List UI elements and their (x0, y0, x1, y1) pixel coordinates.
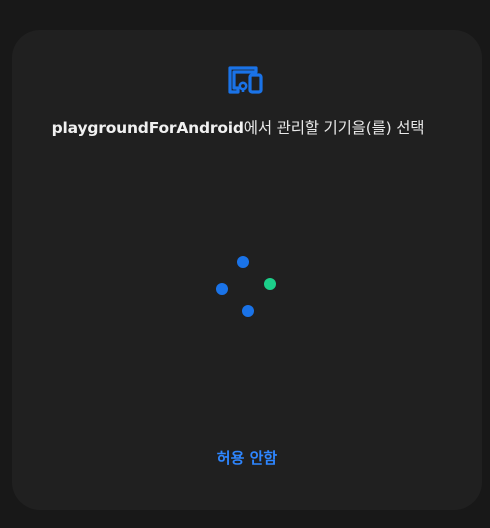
device-manage-icon (228, 66, 263, 94)
title-text: 에서 관리할 기기을(를) 선택 (243, 119, 425, 137)
device-chooser-dialog: playgroundForAndroid에서 관리할 기기을(를) 선택 허용 … (12, 30, 482, 510)
dialog-title: playgroundForAndroid에서 관리할 기기을(를) 선택 (12, 116, 464, 138)
app-name: playgroundForAndroid (51, 119, 244, 137)
deny-button[interactable]: 허용 안함 (192, 440, 302, 476)
loading-dots-icon (216, 256, 276, 317)
